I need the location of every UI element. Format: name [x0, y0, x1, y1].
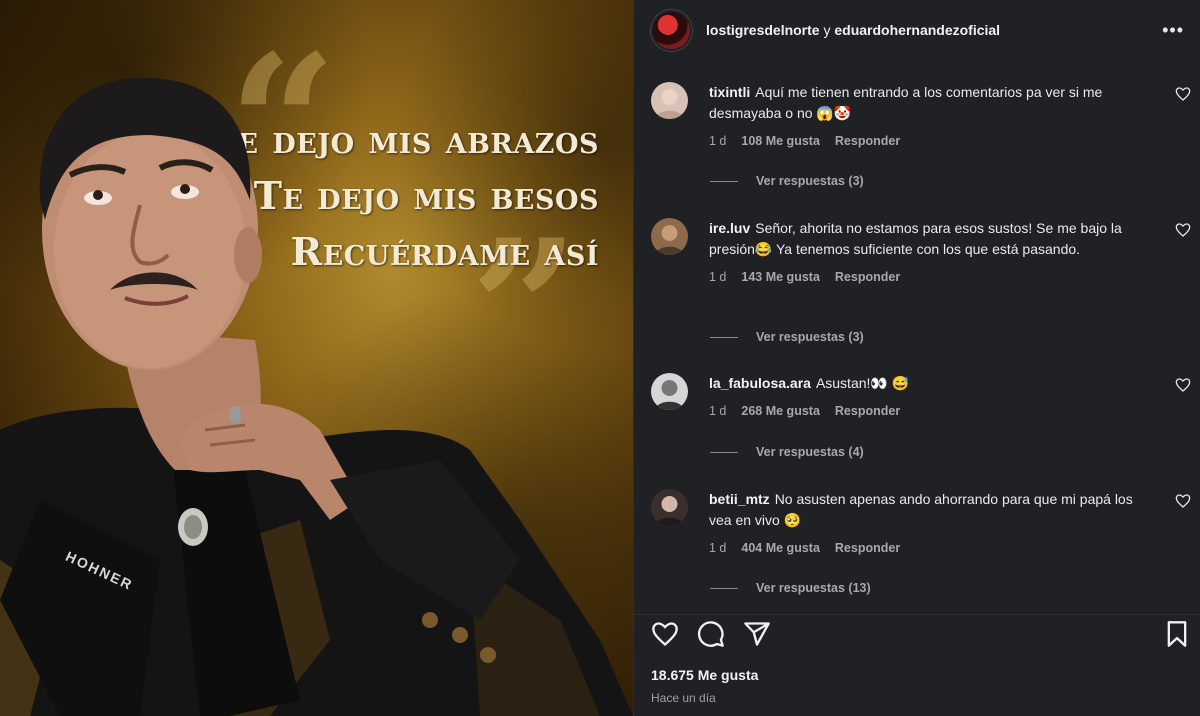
view-replies-label: Ver respuestas (4): [756, 445, 864, 459]
heart-icon[interactable]: [1175, 377, 1191, 393]
share-icon[interactable]: [743, 620, 771, 648]
post-author: lostigresdelnorte y eduardohernandezofic…: [706, 22, 1000, 38]
view-replies-button[interactable]: Ver respuestas (3): [710, 174, 864, 188]
comment-text: la_fabulosa.ara Asustan!👀 😅: [709, 373, 1149, 394]
account-avatar[interactable]: [651, 9, 692, 51]
replies-line: [710, 587, 738, 589]
reply-button[interactable]: Responder: [835, 404, 900, 418]
heart-icon[interactable]: [1175, 493, 1191, 509]
replies-line: [710, 180, 738, 182]
author-conjunction: y: [823, 22, 831, 38]
post-image[interactable]: “ ” Te dejo mis abrazos Te dejo mis beso…: [0, 0, 633, 716]
commenter-avatar[interactable]: [651, 373, 688, 410]
commenter-avatar[interactable]: [651, 489, 688, 526]
comment-meta: 1 d 108 Me gusta Responder: [709, 134, 1149, 148]
view-replies-label: Ver respuestas (13): [756, 581, 871, 595]
comment-likes[interactable]: 143 Me gusta: [741, 270, 820, 284]
post-timestamp: Hace un día: [651, 691, 716, 705]
post-sidebar: lostigresdelnorte y eduardohernandezofic…: [633, 0, 1200, 716]
comment-meta: 1 d 404 Me gusta Responder: [709, 541, 1149, 555]
heart-icon[interactable]: [1175, 222, 1191, 238]
commenter-avatar[interactable]: [651, 82, 688, 119]
comment-likes[interactable]: 108 Me gusta: [741, 134, 820, 148]
more-horizontal-icon[interactable]: •••: [1162, 21, 1184, 39]
reply-button[interactable]: Responder: [835, 270, 900, 284]
comment-content: Señor, ahorita no estamos para esos sust…: [709, 220, 1122, 257]
post-header: lostigresdelnorte y eduardohernandezofic…: [634, 0, 1200, 60]
view-replies-button[interactable]: Ver respuestas (4): [710, 445, 864, 459]
comment-likes[interactable]: 268 Me gusta: [741, 404, 820, 418]
view-replies-label: Ver respuestas (3): [756, 330, 864, 344]
actions-divider: [634, 614, 1200, 615]
reply-button[interactable]: Responder: [835, 541, 900, 555]
replies-line: [710, 336, 738, 338]
comment-icon[interactable]: [697, 620, 725, 648]
view-replies-button[interactable]: Ver respuestas (3): [710, 330, 864, 344]
comment-username[interactable]: betii_mtz: [709, 491, 770, 507]
comment-likes[interactable]: 404 Me gusta: [741, 541, 820, 555]
comment-time: 1 d: [709, 270, 727, 284]
comment-username[interactable]: ire.luv: [709, 220, 750, 236]
heart-icon[interactable]: [1175, 86, 1191, 102]
portrait-illustration: [0, 77, 633, 716]
comment-content: Aquí me tienen entrando a los comentario…: [709, 84, 1103, 121]
comment-username[interactable]: la_fabulosa.ara: [709, 375, 811, 391]
replies-line: [710, 451, 738, 453]
comment-time: 1 d: [709, 541, 727, 555]
comment-meta: 1 d 268 Me gusta Responder: [709, 404, 1149, 418]
post-like-count[interactable]: 18.675 Me gusta: [651, 667, 758, 683]
bookmark-icon[interactable]: [1163, 620, 1191, 648]
view-replies-button[interactable]: Ver respuestas (13): [710, 581, 871, 595]
reply-button[interactable]: Responder: [835, 134, 900, 148]
comment-text: ire.luv Señor, ahorita no estamos para es…: [709, 218, 1149, 260]
author-link-1[interactable]: lostigresdelnorte: [706, 22, 820, 38]
comment-text: betii_mtz No asusten apenas ando ahorrand…: [709, 489, 1149, 531]
commenter-avatar[interactable]: [651, 218, 688, 255]
comment-meta: 1 d 143 Me gusta Responder: [709, 270, 1149, 284]
comment-content: Asustan!👀 😅: [815, 375, 910, 391]
post-actions: [651, 620, 1191, 650]
comment-content: No asusten apenas ando ahorrando para qu…: [709, 491, 1133, 528]
heart-icon[interactable]: [651, 620, 679, 648]
comment-time: 1 d: [709, 404, 727, 418]
view-replies-label: Ver respuestas (3): [756, 174, 864, 188]
author-link-2[interactable]: eduardohernandezoficial: [834, 22, 1000, 38]
instagram-post: “ ” Te dejo mis abrazos Te dejo mis beso…: [0, 0, 1200, 716]
comment-username[interactable]: tixintli: [709, 84, 750, 100]
comment-time: 1 d: [709, 134, 727, 148]
comment-text: tixintli Aquí me tienen entrando a los co…: [709, 82, 1149, 124]
